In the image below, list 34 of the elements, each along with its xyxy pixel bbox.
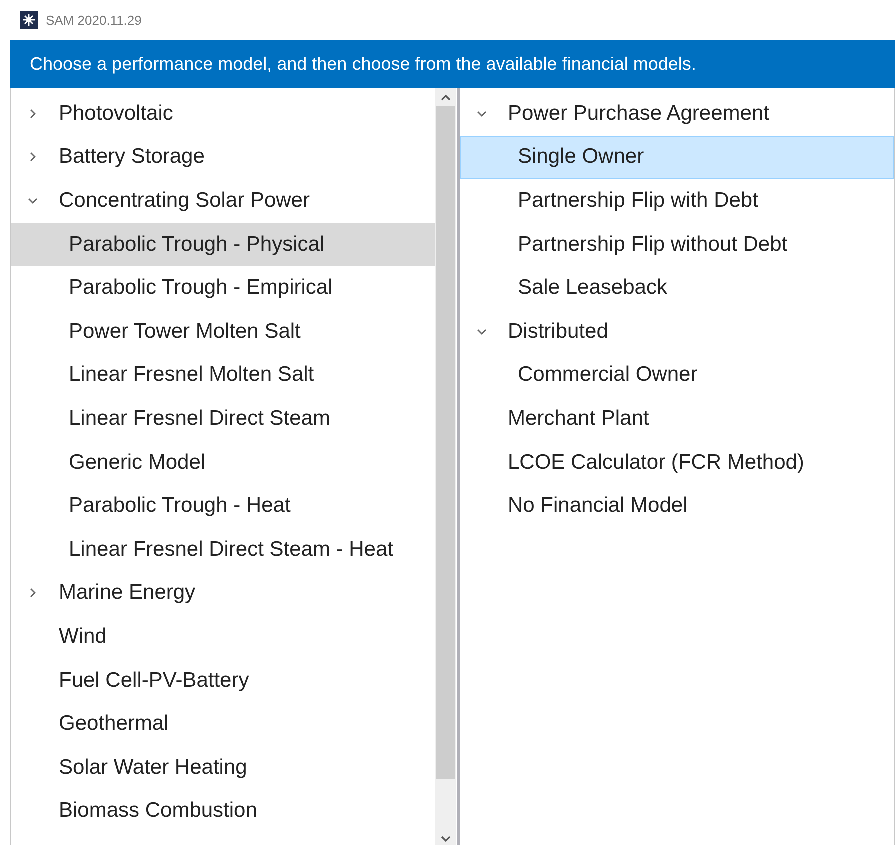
tree-item[interactable]: Commercial Owner — [460, 354, 894, 398]
tree-item[interactable]: Linear Fresnel Direct Steam - Heat — [11, 528, 435, 572]
tree-item[interactable]: Biomass Combustion — [11, 790, 435, 834]
tree-item[interactable]: Battery Storage — [11, 136, 435, 180]
tree-item[interactable]: Parabolic Trough - Empirical — [11, 266, 435, 310]
tree-item[interactable]: Linear Fresnel Direct Steam — [11, 397, 435, 441]
scrollbar[interactable] — [435, 88, 456, 845]
tree-item[interactable]: Fuel Cell-PV-Battery — [11, 658, 435, 702]
tree-item[interactable]: Distributed — [460, 310, 894, 354]
tree-item[interactable]: Marine Energy — [11, 572, 435, 616]
tree-item[interactable]: Generic Model — [11, 440, 435, 484]
tree-item[interactable]: Concentrating Solar Power — [11, 179, 435, 223]
tree-item[interactable]: Sale Leaseback — [460, 266, 894, 310]
tree-item[interactable]: Partnership Flip with Debt — [460, 179, 894, 223]
instruction-text: Choose a performance model, and then choose from the available financial models. — [30, 54, 696, 74]
tree-item[interactable]: Photovoltaic — [11, 92, 435, 136]
scroll-thumb[interactable] — [436, 106, 455, 779]
tree-item[interactable]: LCOE Calculator (FCR Method) — [460, 440, 894, 484]
tree-item[interactable]: Single Owner — [460, 136, 894, 180]
tree-item[interactable]: Wind — [11, 615, 435, 659]
tree-item[interactable]: Power Purchase Agreement — [460, 92, 894, 136]
tree-item[interactable]: Parabolic Trough - Heat — [11, 484, 435, 528]
tree-item[interactable]: Partnership Flip without Debt — [460, 222, 894, 266]
tree-item[interactable]: Parabolic Trough - Physical — [11, 222, 435, 266]
sun-logo-icon — [20, 11, 38, 29]
scroll-up-icon[interactable] — [440, 94, 450, 102]
tree-item[interactable]: Linear Fresnel Molten Salt — [11, 354, 435, 398]
tree-item[interactable]: Merchant Plant — [460, 397, 894, 441]
tree-item[interactable]: Power Tower Molten Salt — [11, 310, 435, 354]
window-title: SAM 2020.11.29 — [46, 12, 142, 28]
tree-item[interactable]: No Financial Model — [460, 484, 894, 528]
tree-item[interactable]: Solar Water Heating — [11, 746, 435, 790]
scroll-down-icon[interactable] — [440, 835, 450, 843]
tree-item[interactable]: Geothermal — [11, 702, 435, 746]
